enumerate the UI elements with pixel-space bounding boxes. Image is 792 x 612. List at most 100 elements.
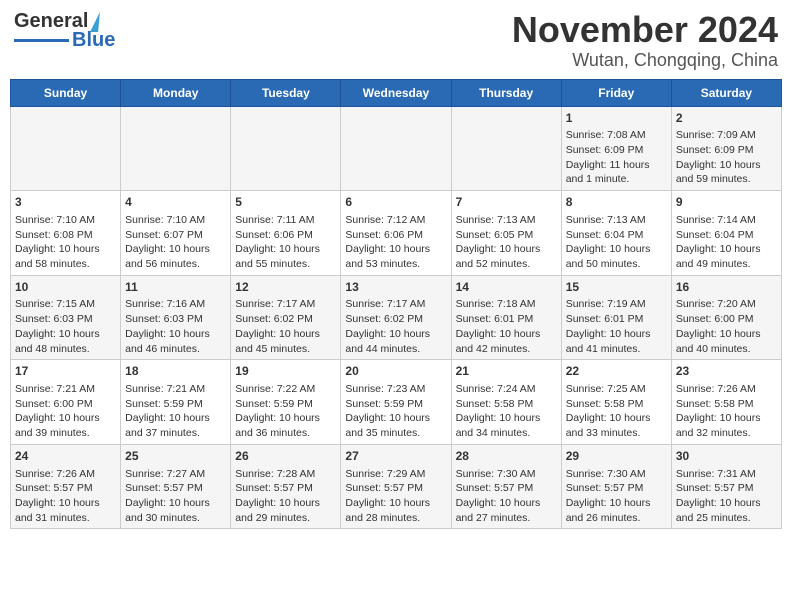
day-info: Sunrise: 7:25 AM bbox=[566, 382, 667, 397]
day-info: Sunrise: 7:21 AM bbox=[125, 382, 226, 397]
calendar-cell bbox=[231, 106, 341, 191]
day-info: Sunrise: 7:26 AM bbox=[676, 382, 777, 397]
day-info: Daylight: 10 hours and 53 minutes. bbox=[345, 242, 446, 271]
day-info: Sunrise: 7:26 AM bbox=[15, 467, 116, 482]
day-info: Sunrise: 7:11 AM bbox=[235, 213, 336, 228]
day-info: Sunrise: 7:29 AM bbox=[345, 467, 446, 482]
day-header-sunday: Sunday bbox=[11, 79, 121, 106]
day-info: Daylight: 10 hours and 34 minutes. bbox=[456, 411, 557, 440]
calendar-cell: 8Sunrise: 7:13 AMSunset: 6:04 PMDaylight… bbox=[561, 191, 671, 276]
calendar-cell: 6Sunrise: 7:12 AMSunset: 6:06 PMDaylight… bbox=[341, 191, 451, 276]
day-header-saturday: Saturday bbox=[671, 79, 781, 106]
calendar-cell: 9Sunrise: 7:14 AMSunset: 6:04 PMDaylight… bbox=[671, 191, 781, 276]
day-number: 14 bbox=[456, 279, 557, 296]
day-info: Daylight: 10 hours and 44 minutes. bbox=[345, 327, 446, 356]
calendar-cell: 18Sunrise: 7:21 AMSunset: 5:59 PMDayligh… bbox=[121, 360, 231, 445]
day-info: Daylight: 10 hours and 26 minutes. bbox=[566, 496, 667, 525]
day-info: Sunrise: 7:24 AM bbox=[456, 382, 557, 397]
day-info: Sunset: 5:57 PM bbox=[15, 481, 116, 496]
day-info: Daylight: 10 hours and 41 minutes. bbox=[566, 327, 667, 356]
calendar-cell: 7Sunrise: 7:13 AMSunset: 6:05 PMDaylight… bbox=[451, 191, 561, 276]
logo: General Blue bbox=[14, 10, 115, 52]
title-block: November 2024 Wutan, Chongqing, China bbox=[512, 10, 778, 71]
day-info: Sunset: 6:09 PM bbox=[566, 143, 667, 158]
day-info: Sunset: 6:00 PM bbox=[15, 397, 116, 412]
day-info: Sunrise: 7:17 AM bbox=[235, 297, 336, 312]
calendar-cell: 23 Sunrise: 7:26 AMSunset: 5:58 PMDayligh… bbox=[671, 360, 781, 445]
day-number: 4 bbox=[125, 194, 226, 211]
day-number: 13 bbox=[345, 279, 446, 296]
day-info: Sunrise: 7:16 AM bbox=[125, 297, 226, 312]
calendar-cell: 15Sunrise: 7:19 AMSunset: 6:01 PMDayligh… bbox=[561, 275, 671, 360]
day-info: Daylight: 10 hours and 28 minutes. bbox=[345, 496, 446, 525]
calendar-cell: 20Sunrise: 7:23 AMSunset: 5:59 PMDayligh… bbox=[341, 360, 451, 445]
calendar-cell bbox=[121, 106, 231, 191]
day-info: Daylight: 11 hours and 1 minute. bbox=[566, 158, 667, 187]
day-number: 7 bbox=[456, 194, 557, 211]
day-info: Daylight: 10 hours and 56 minutes. bbox=[125, 242, 226, 271]
calendar-cell bbox=[451, 106, 561, 191]
day-info: Sunset: 5:59 PM bbox=[345, 397, 446, 412]
calendar-cell: 4 Sunrise: 7:10 AMSunset: 6:07 PMDaylight… bbox=[121, 191, 231, 276]
day-number: 3 bbox=[15, 194, 116, 211]
day-info: Daylight: 10 hours and 50 minutes. bbox=[566, 242, 667, 271]
day-info: Sunrise: 7:12 AM bbox=[345, 213, 446, 228]
day-info: Sunrise: 7:13 AM bbox=[566, 213, 667, 228]
calendar-cell: 22Sunrise: 7:25 AMSunset: 5:58 PMDayligh… bbox=[561, 360, 671, 445]
page-header: General Blue November 2024 Wutan, Chongq… bbox=[10, 10, 782, 71]
day-number: 21 bbox=[456, 363, 557, 380]
day-info: Daylight: 10 hours and 40 minutes. bbox=[676, 327, 777, 356]
day-number: 24 bbox=[15, 448, 116, 465]
day-info: Sunrise: 7:15 AM bbox=[15, 297, 116, 312]
calendar-table: SundayMondayTuesdayWednesdayThursdayFrid… bbox=[10, 79, 782, 530]
day-info: Sunrise: 7:18 AM bbox=[456, 297, 557, 312]
day-info: Daylight: 10 hours and 46 minutes. bbox=[125, 327, 226, 356]
day-info: Sunrise: 7:31 AM bbox=[676, 467, 777, 482]
day-info: Sunrise: 7:22 AM bbox=[235, 382, 336, 397]
calendar-cell: 30Sunrise: 7:31 AMSunset: 5:57 PMDayligh… bbox=[671, 444, 781, 529]
day-number: 16 bbox=[676, 279, 777, 296]
calendar-cell: 5Sunrise: 7:11 AMSunset: 6:06 PMDaylight… bbox=[231, 191, 341, 276]
day-info: Daylight: 10 hours and 35 minutes. bbox=[345, 411, 446, 440]
day-header-monday: Monday bbox=[121, 79, 231, 106]
day-info: Sunset: 5:57 PM bbox=[456, 481, 557, 496]
location-title: Wutan, Chongqing, China bbox=[512, 50, 778, 71]
calendar-cell: 1Sunrise: 7:08 AMSunset: 6:09 PMDaylight… bbox=[561, 106, 671, 191]
day-info: Daylight: 10 hours and 49 minutes. bbox=[676, 242, 777, 271]
day-info: Daylight: 10 hours and 27 minutes. bbox=[456, 496, 557, 525]
day-number: 22 bbox=[566, 363, 667, 380]
calendar-cell: 24Sunrise: 7:26 AMSunset: 5:57 PMDayligh… bbox=[11, 444, 121, 529]
day-info: Sunset: 6:02 PM bbox=[235, 312, 336, 327]
day-info: Daylight: 10 hours and 37 minutes. bbox=[125, 411, 226, 440]
day-info: Daylight: 10 hours and 29 minutes. bbox=[235, 496, 336, 525]
day-info: Sunset: 6:08 PM bbox=[15, 228, 116, 243]
day-number: 20 bbox=[345, 363, 446, 380]
day-number: 10 bbox=[15, 279, 116, 296]
calendar-cell: 25Sunrise: 7:27 AMSunset: 5:57 PMDayligh… bbox=[121, 444, 231, 529]
calendar-cell: 28Sunrise: 7:30 AMSunset: 5:57 PMDayligh… bbox=[451, 444, 561, 529]
day-info: Sunrise: 7:13 AM bbox=[456, 213, 557, 228]
calendar-cell: 27Sunrise: 7:29 AMSunset: 5:57 PMDayligh… bbox=[341, 444, 451, 529]
calendar-cell bbox=[11, 106, 121, 191]
day-info: Daylight: 10 hours and 45 minutes. bbox=[235, 327, 336, 356]
day-info: Sunset: 5:58 PM bbox=[676, 397, 777, 412]
day-number: 6 bbox=[345, 194, 446, 211]
day-info: Sunset: 6:07 PM bbox=[125, 228, 226, 243]
day-info: Sunrise: 7:10 AM bbox=[125, 213, 226, 228]
day-info: Daylight: 10 hours and 32 minutes. bbox=[676, 411, 777, 440]
day-number: 9 bbox=[676, 194, 777, 211]
day-info: Sunset: 6:02 PM bbox=[345, 312, 446, 327]
day-number: 17 bbox=[15, 363, 116, 380]
week-row-2: 3 Sunrise: 7:10 AM Sunset: 6:08 PM Daylight… bbox=[11, 191, 782, 276]
day-info: Sunset: 5:57 PM bbox=[235, 481, 336, 496]
day-info: Sunset: 5:59 PM bbox=[125, 397, 226, 412]
day-info: Sunset: 5:57 PM bbox=[125, 481, 226, 496]
week-row-4: 17 Sunrise: 7:21 AM Sunset: 6:00 PM Dayligh… bbox=[11, 360, 782, 445]
day-info: Daylight: 10 hours and 59 minutes. bbox=[676, 158, 777, 187]
logo-blue: Blue bbox=[72, 29, 115, 52]
day-info: Daylight: 10 hours and 30 minutes. bbox=[125, 496, 226, 525]
day-number: 23 bbox=[676, 363, 777, 380]
day-info: Sunset: 5:57 PM bbox=[345, 481, 446, 496]
day-number: 1 bbox=[566, 110, 667, 127]
day-info: Daylight: 10 hours and 36 minutes. bbox=[235, 411, 336, 440]
